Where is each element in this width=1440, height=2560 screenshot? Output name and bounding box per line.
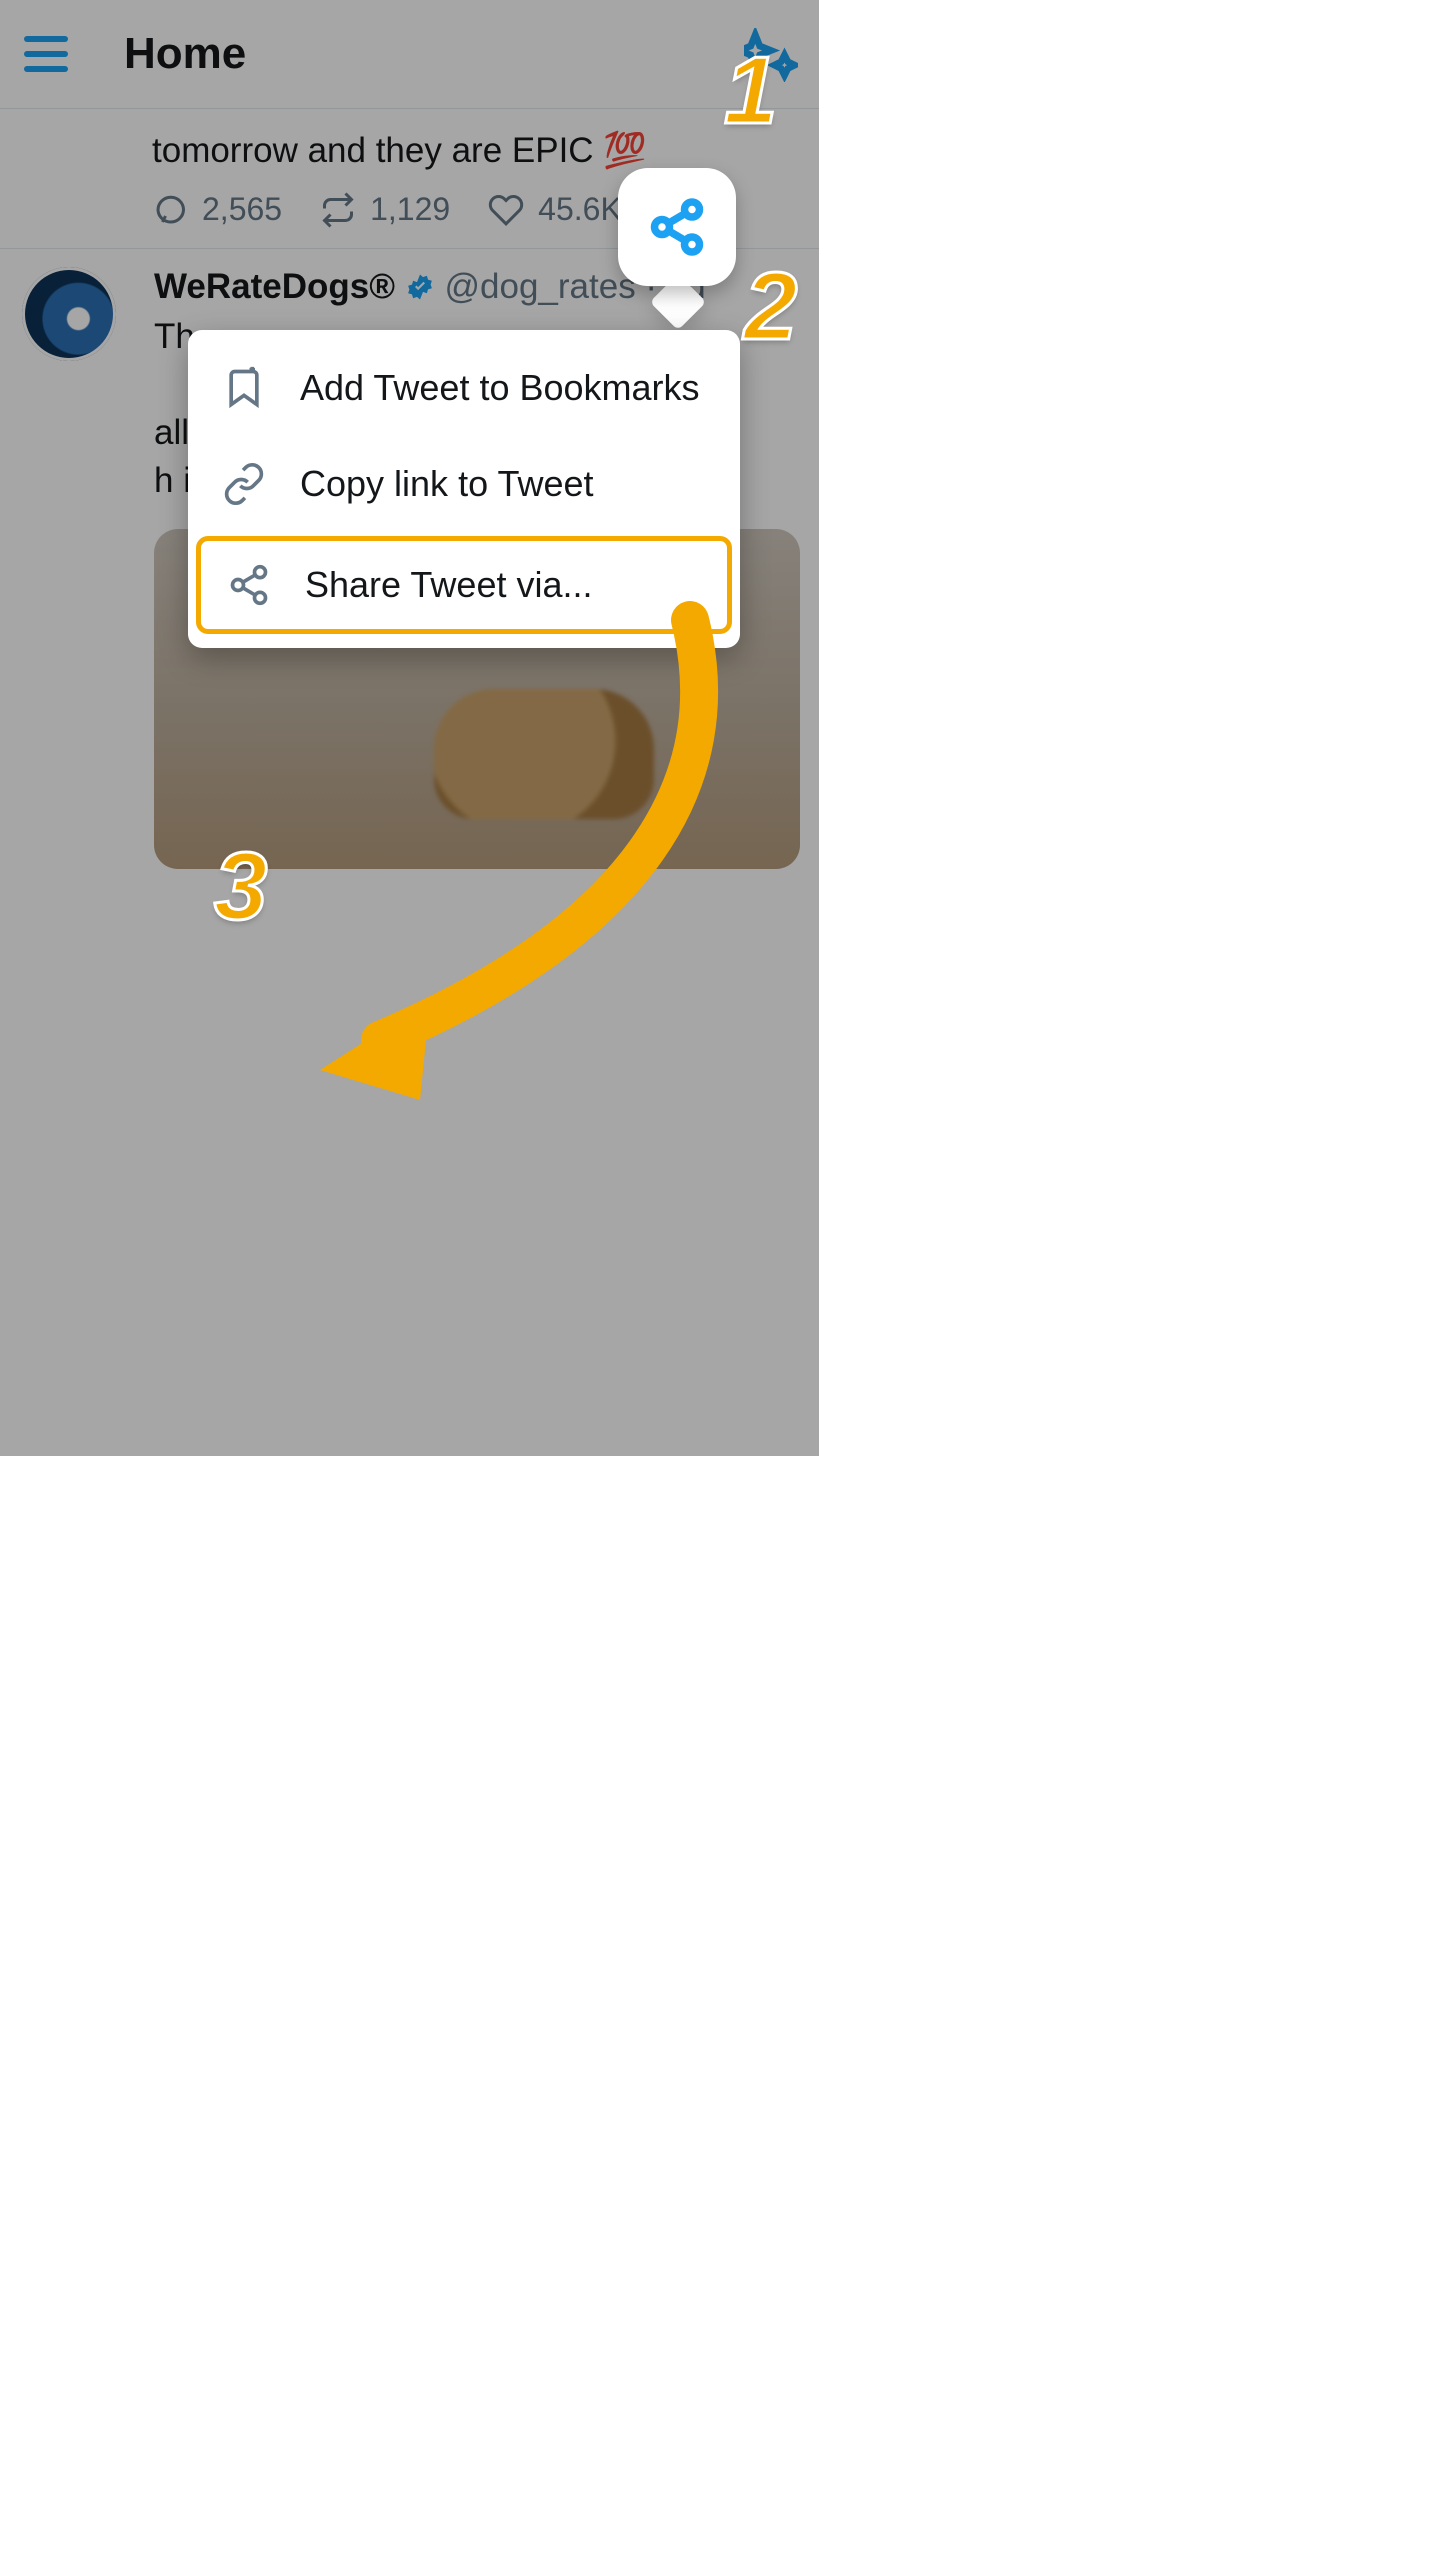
menu-label: Add Tweet to Bookmarks <box>300 367 700 409</box>
like-button[interactable]: 45.6K <box>488 191 622 228</box>
like-count: 45.6K <box>538 191 622 228</box>
menu-item-copy-link[interactable]: Copy link to Tweet <box>188 436 740 532</box>
share-menu: Add Tweet to Bookmarks Copy link to Twee… <box>188 330 740 648</box>
reply-button[interactable]: 2,565 <box>152 191 282 228</box>
menu-label: Copy link to Tweet <box>300 463 593 505</box>
page-title: Home <box>124 29 246 79</box>
retweet-count: 1,129 <box>370 191 450 228</box>
menu-icon[interactable] <box>24 36 68 72</box>
share-icon[interactable] <box>618 168 736 286</box>
annotation-2: 2 <box>744 252 797 362</box>
tweet-text: tomorrow and they are EPIC 💯 <box>0 109 819 175</box>
avatar[interactable] <box>22 267 116 361</box>
annotation-3: 3 <box>214 832 267 942</box>
menu-item-share-via[interactable]: Share Tweet via... <box>196 536 732 634</box>
reply-count: 2,565 <box>202 191 282 228</box>
annotation-1: 1 <box>724 36 777 146</box>
display-name[interactable]: WeRateDogs® <box>154 267 395 306</box>
app-header: Home <box>0 0 819 109</box>
verified-icon <box>405 272 435 302</box>
handle[interactable]: @dog_rates <box>445 267 636 306</box>
retweet-button[interactable]: 1,129 <box>320 191 450 228</box>
menu-item-bookmark[interactable]: Add Tweet to Bookmarks <box>188 340 740 436</box>
menu-label: Share Tweet via... <box>305 564 593 606</box>
